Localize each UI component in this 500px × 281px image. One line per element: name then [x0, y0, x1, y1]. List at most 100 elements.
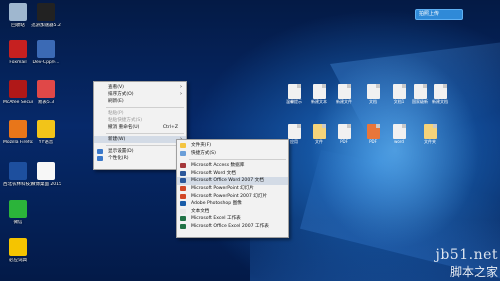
new-submenu-item[interactable]: Adobe Photoshop 图像 [177, 200, 288, 208]
context-menu-item[interactable]: 显示设置(D) [94, 148, 186, 155]
file-icon[interactable]: 国家级新 [409, 84, 431, 104]
context-menu-item[interactable]: 查看(V) › [94, 84, 186, 91]
menu-item-label: Microsoft Access 数据库 [191, 163, 245, 169]
new-submenu-item[interactable]: Microsoft PowerPoint 幻灯片 [177, 185, 288, 193]
desktop-icon[interactable]: Dev-Cpp/F... [31, 40, 61, 65]
menu-item-label: 撤消 重命名(U) [108, 125, 140, 130]
menu-item-icon [97, 149, 103, 154]
context-menu-item[interactable]: 刷新(E) [94, 98, 186, 105]
menu-item-label: Microsoft PowerPoint 2007 幻灯片 [191, 193, 268, 199]
menu-item-label: 粘贴(P) [108, 111, 124, 116]
desktop-icon-label: Dev-Cpp/F... [32, 60, 60, 65]
new-submenu-item[interactable]: 文本文档 [177, 208, 288, 216]
new-submenu-item[interactable]: 文件夹(F) [177, 142, 288, 150]
menu-item-label: 新建(W) [108, 137, 126, 142]
menu-item-label: Microsoft PowerPoint 幻灯片 [191, 185, 254, 191]
watermark: jb51.net 脚本之家 [436, 247, 499, 280]
desktop-icon-label: 微信 [13, 220, 23, 225]
new-submenu-item[interactable]: 快捷方式(S) [177, 150, 288, 158]
desktop-icon[interactable]: McAfee Security... [3, 80, 33, 105]
file-icon[interactable]: 文档 [362, 84, 384, 104]
file-icon[interactable]: 温馨提示 [283, 84, 305, 104]
menu-item-label: 文件夹(F) [191, 143, 212, 148]
new-submenu-item[interactable]: Microsoft Excel 工作表 [177, 215, 288, 223]
file-icon[interactable]: 新建文件 [333, 84, 355, 104]
document-icon [423, 124, 437, 139]
desktop-icon[interactable]: 迅游加速器5.2 [31, 3, 61, 28]
app-icon [9, 238, 27, 256]
document-icon [337, 84, 351, 99]
menu-item-label: 个性化(R) [108, 156, 129, 161]
desktop-icon[interactable]: 必应词典 [3, 238, 33, 263]
file-icon[interactable]: PDF [362, 124, 384, 144]
menu-item-icon [180, 223, 186, 229]
new-submenu-item[interactable]: Microsoft Access 数据库 [177, 162, 288, 170]
file-icon[interactable]: 文件夹 [419, 124, 441, 144]
new-submenu-item[interactable]: Microsoft PowerPoint 2007 幻灯片 [177, 193, 288, 201]
new-submenu-item[interactable]: Microsoft Word 文档 [177, 170, 288, 178]
app-icon [9, 3, 27, 21]
desktop-icon[interactable]: 微信 [3, 200, 33, 225]
file-icon-label: 新建文档 [432, 99, 448, 104]
menu-item-icon [180, 193, 186, 199]
menu-item-shortcut: Ctrl+Z [162, 125, 178, 130]
context-menu-item[interactable]: 个性化(R) [94, 155, 186, 162]
menu-separator [189, 159, 286, 161]
menu-item-label: Microsoft Office Excel 2007 工作表 [191, 223, 269, 229]
desktop-icon-label: 西北农林科技大学... [3, 182, 33, 187]
context-menu-item[interactable]: 粘贴快捷方式(S) [94, 117, 186, 124]
app-icon [9, 40, 27, 58]
document-icon [366, 124, 380, 139]
context-menu-item[interactable]: 新建(W)› [94, 136, 186, 143]
menu-item-label: Microsoft Office Word 2007 文档 [191, 178, 264, 184]
file-icon-label: 文件夹 [424, 139, 436, 144]
desktop-icon-label: McAfee Security... [3, 100, 33, 105]
document-icon [392, 84, 406, 99]
context-menu-item[interactable]: 排序方式(O) › [94, 91, 186, 98]
desktop-icon[interactable]: Foxmail [3, 40, 33, 65]
file-icon[interactable]: 新建文档 [429, 84, 451, 104]
desktop-icon-label: Foxmail [9, 60, 27, 65]
document-icon [312, 84, 326, 99]
menu-item-label: 排序方式(O) [108, 92, 134, 97]
file-icon[interactable]: 新建文本 [308, 84, 330, 104]
app-icon [37, 80, 55, 98]
desktop-icon[interactable]: YY语音 [31, 120, 61, 145]
menu-item-icon [180, 216, 186, 222]
desktop-icon[interactable]: Mozilla Firefox [3, 120, 33, 145]
desktop-icon-label: Mozilla Firefox [3, 140, 33, 145]
desktop-icon[interactable]: 回收站 [3, 3, 33, 28]
document-icon [392, 124, 406, 139]
chevron-right-icon: › [180, 91, 182, 97]
menu-item-icon [180, 201, 186, 207]
upload-button[interactable]: 拍照上传 [415, 9, 463, 20]
file-icon-label: word [394, 139, 404, 144]
file-icon[interactable]: word [388, 124, 410, 144]
menu-separator [106, 145, 184, 146]
file-icon[interactable]: 文件 [308, 124, 330, 144]
desktop-icon[interactable]: 西北农林科技大学... [3, 162, 33, 187]
menu-item-label: Adobe Photoshop 图像 [191, 201, 242, 207]
chevron-right-icon: › [180, 84, 182, 90]
document-icon [413, 84, 427, 99]
menu-item-label: Microsoft Excel 工作表 [191, 216, 241, 222]
app-icon [37, 40, 55, 58]
new-submenu-item[interactable]: Microsoft Office Excel 2007 工作表 [177, 223, 288, 231]
desktop-icon[interactable]: 微博桌面 2015 [31, 162, 61, 187]
watermark-site: jb51.net [435, 247, 498, 263]
desktop[interactable]: 拍照上传 查看(V) › 排序方式(O) › 刷新(E) 粘贴(P) 粘贴快捷方式(S) 撤消… [0, 0, 500, 281]
file-icon[interactable]: PDF [333, 124, 355, 144]
file-icon[interactable]: 应用 [283, 124, 305, 144]
context-menu-item[interactable]: 粘贴(P) [94, 110, 186, 117]
file-icon-label: PDF [369, 139, 377, 144]
desktop-icon[interactable]: 易表5.3 [31, 80, 61, 105]
desktop-icon-label: 必应词典 [9, 258, 27, 263]
file-icon[interactable]: 文档1 [388, 84, 410, 104]
menu-item-icon [180, 208, 186, 214]
menu-item-label: 快捷方式(S) [191, 150, 216, 156]
desktop-icon-label: 易表5.3 [37, 100, 55, 105]
context-menu-item[interactable]: 撤消 重命名(U) Ctrl+Z [94, 124, 186, 131]
menu-item-icon [180, 178, 186, 184]
new-submenu-item[interactable]: Microsoft Office Word 2007 文档 [177, 177, 288, 185]
desktop-icon-label: 迅游加速器5.2 [31, 23, 61, 28]
